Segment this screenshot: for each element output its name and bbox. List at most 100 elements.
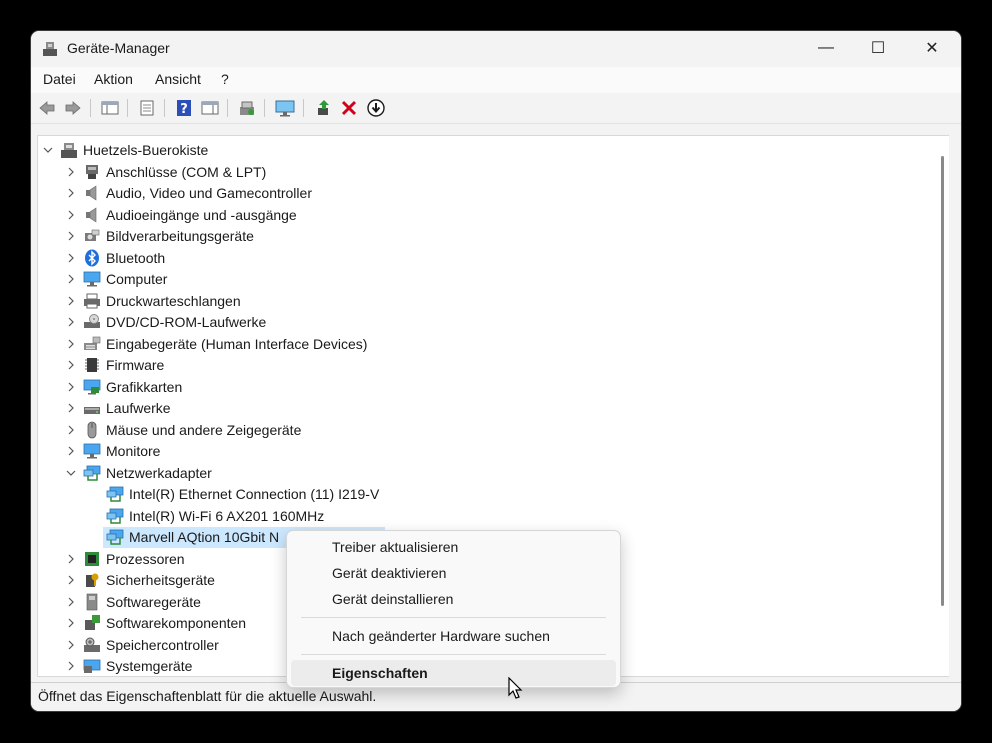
close-button[interactable]: ✕	[909, 31, 955, 65]
menu-item-label: Eigenschaften	[332, 665, 428, 681]
tree-category[interactable]: Druckwarteschlangen	[38, 291, 935, 312]
chevron-right-icon[interactable]	[65, 209, 77, 221]
tree-category[interactable]: Audio, Video und Gamecontroller	[38, 183, 935, 204]
network-icon	[106, 485, 124, 503]
component-icon	[83, 614, 101, 632]
menu-item-label: Nach geänderter Hardware suchen	[332, 628, 550, 644]
chevron-right-icon[interactable]	[65, 166, 77, 178]
tree-item-label: Monitore	[106, 443, 161, 459]
computer-root-icon	[60, 141, 78, 159]
tree-item-label: Audioeingänge und -ausgänge	[106, 206, 297, 223]
network-icon	[106, 507, 124, 525]
tree-category[interactable]: Netzwerkadapter	[38, 463, 935, 484]
down-circle-icon	[367, 99, 385, 117]
menu-item-disable-device[interactable]: Gerät deaktivieren	[291, 560, 616, 586]
tree-category[interactable]: Grafikkarten	[38, 377, 935, 398]
tree-category[interactable]: DVD/CD-ROM-Laufwerke	[38, 312, 935, 333]
storage-icon	[83, 636, 101, 654]
menu-separator	[301, 617, 606, 618]
tree-item-label: Laufwerke	[106, 400, 171, 416]
chevron-right-icon[interactable]	[65, 230, 77, 242]
tree-network-adapter[interactable]: Intel(R) Ethernet Connection (11) I219-V	[38, 484, 935, 505]
tree-category[interactable]: Mäuse und andere Zeigegeräte	[38, 420, 935, 441]
arrow-right-icon	[65, 101, 81, 115]
forward-button[interactable]	[62, 98, 84, 118]
chevron-right-icon[interactable]	[65, 660, 77, 672]
tree-category[interactable]: Bluetooth	[38, 248, 935, 269]
tree-category[interactable]: Eingabegeräte (Human Interface Devices)	[38, 334, 935, 355]
hid-icon	[83, 335, 101, 353]
drive-icon	[83, 399, 101, 417]
vertical-scrollbar[interactable]	[935, 135, 949, 677]
menu-item-scan-hardware[interactable]: Nach geänderter Hardware suchen	[291, 623, 616, 649]
update-driver-button[interactable]	[313, 98, 335, 118]
tree-root-computer[interactable]: Huetzels-Buerokiste	[38, 140, 935, 161]
properties-button[interactable]	[136, 98, 158, 118]
chevron-right-icon[interactable]	[65, 574, 77, 586]
menu-item-update-driver[interactable]: Treiber aktualisieren	[291, 534, 616, 560]
chevron-right-icon[interactable]	[65, 639, 77, 651]
disable-device-button[interactable]	[365, 98, 387, 118]
back-button[interactable]	[36, 98, 58, 118]
help-button[interactable]: ?	[173, 98, 195, 118]
action-pane-button[interactable]	[199, 98, 221, 118]
tree-category[interactable]: Audioeingänge und -ausgänge	[38, 205, 935, 226]
display-adapter-icon	[83, 378, 101, 396]
tree-item-label: Anschlüsse (COM & LPT)	[106, 163, 267, 180]
minimize-button[interactable]: —	[803, 31, 849, 65]
tree-item-label: Softwarekomponenten	[106, 615, 247, 631]
chevron-right-icon[interactable]	[65, 316, 77, 328]
menu-help[interactable]: ?	[221, 71, 229, 87]
chevron-right-icon[interactable]	[65, 187, 77, 199]
scrollbar-thumb[interactable]	[941, 156, 944, 606]
chevron-right-icon[interactable]	[65, 424, 77, 436]
tree-item-label: Systemgeräte	[106, 658, 193, 674]
toolbar-separator	[303, 99, 304, 117]
tree-category[interactable]: Bildverarbeitungsgeräte	[38, 226, 935, 247]
chevron-right-icon[interactable]	[65, 445, 77, 457]
disc-drive-icon	[83, 313, 101, 331]
printer-icon	[83, 292, 101, 310]
context-menu: Treiber aktualisieren Gerät deaktivieren…	[286, 530, 621, 688]
uninstall-device-button[interactable]	[338, 98, 360, 118]
tree-item-label: Huetzels-Buerokiste	[83, 142, 209, 158]
device-view-button[interactable]	[274, 98, 296, 118]
tree-network-adapter[interactable]: Intel(R) Wi-Fi 6 AX201 160MHz	[38, 506, 935, 527]
menu-item-label: Gerät deaktivieren	[332, 565, 447, 581]
title-bar[interactable]: Geräte-Manager — ☐ ✕	[31, 31, 961, 67]
tree-category[interactable]: Anschlüsse (COM & LPT)	[38, 162, 935, 183]
chevron-right-icon[interactable]	[65, 596, 77, 608]
toolbar-separator	[127, 99, 128, 117]
menu-datei[interactable]: Datei	[43, 71, 76, 87]
speaker-icon	[83, 184, 101, 202]
scan-hardware-button[interactable]	[236, 98, 258, 118]
chevron-right-icon[interactable]	[65, 273, 77, 285]
chevron-right-icon[interactable]	[65, 553, 77, 565]
menu-item-uninstall-device[interactable]: Gerät deinstallieren	[291, 586, 616, 612]
menu-aktion[interactable]: Aktion	[94, 71, 133, 87]
menu-ansicht[interactable]: Ansicht	[155, 71, 201, 87]
chevron-down-icon[interactable]	[42, 144, 54, 156]
tree-category[interactable]: Laufwerke	[38, 398, 935, 419]
help-icon: ?	[177, 100, 191, 117]
tree-category[interactable]: Monitore	[38, 441, 935, 462]
chevron-down-icon[interactable]	[65, 467, 77, 479]
chevron-right-icon[interactable]	[65, 295, 77, 307]
chevron-right-icon[interactable]	[65, 617, 77, 629]
tree-category[interactable]: Computer	[38, 269, 935, 290]
tree-item-label: Intel(R) Wi-Fi 6 AX201 160MHz	[129, 507, 325, 524]
tree-item-label: Grafikkarten	[106, 378, 183, 395]
chevron-right-icon[interactable]	[65, 338, 77, 350]
tree-category[interactable]: Firmware	[38, 355, 935, 376]
chevron-right-icon[interactable]	[65, 359, 77, 371]
menu-bar: Datei Aktion Ansicht ?	[31, 67, 961, 93]
show-hide-tree-button[interactable]	[99, 98, 121, 118]
chevron-right-icon[interactable]	[65, 381, 77, 393]
menu-separator	[301, 654, 606, 655]
menu-item-properties[interactable]: Eigenschaften	[291, 660, 616, 686]
chevron-right-icon[interactable]	[65, 402, 77, 414]
window-pane-icon	[201, 101, 219, 115]
mouse-cursor-icon	[508, 677, 523, 699]
chevron-right-icon[interactable]	[65, 252, 77, 264]
maximize-button[interactable]: ☐	[855, 31, 901, 65]
